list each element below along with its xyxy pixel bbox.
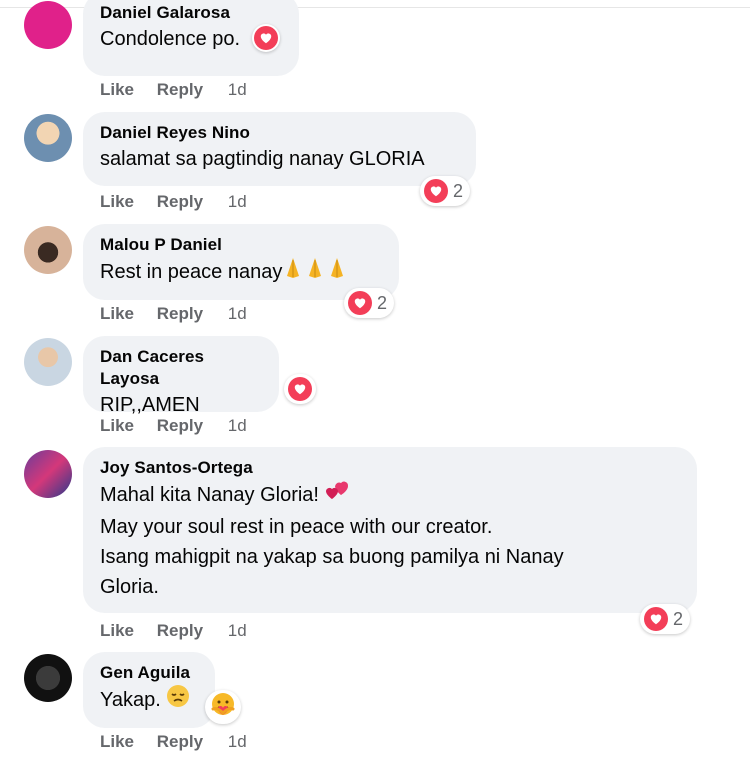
comment-actions: Like Reply 1d (100, 80, 265, 100)
comment-timestamp[interactable]: 1d (228, 732, 247, 751)
comment-author[interactable]: Dan Caceres Layosa (100, 346, 261, 390)
reaction-badge[interactable] (284, 374, 316, 404)
comment-text: Mahal kita Nanay Gloria! May your soul r… (100, 479, 679, 602)
comment-actions: Like Reply 1d (100, 192, 265, 212)
love-reaction-icon (424, 179, 448, 203)
reaction-badge[interactable] (251, 23, 280, 52)
avatar[interactable] (24, 226, 72, 274)
reply-button[interactable]: Reply (157, 192, 203, 211)
comment-timestamp[interactable]: 1d (228, 304, 247, 323)
comment-timestamp[interactable]: 1d (228, 80, 247, 99)
comment-actions: Like Reply 1d (100, 416, 265, 436)
avatar[interactable] (24, 450, 72, 498)
avatar[interactable] (24, 338, 72, 386)
love-reaction-icon (253, 25, 278, 50)
comment-bubble: Joy Santos-Ortega Mahal kita Nanay Glori… (83, 447, 697, 613)
comment-text-line: May your soul rest in peace with our cre… (100, 516, 493, 538)
comment-bubble: Daniel Galarosa Condolence po. (83, 0, 299, 76)
comment-author[interactable]: Gen Aguila (100, 662, 197, 684)
reply-button[interactable]: Reply (157, 80, 203, 99)
reaction-count: 2 (673, 608, 684, 629)
reaction-badge[interactable]: 2 (344, 288, 395, 318)
comment-timestamp[interactable]: 1d (228, 416, 247, 435)
praying-hands-icon (282, 256, 348, 289)
comment-text-line: Gloria. (100, 576, 159, 598)
comment-text-line: Yakap. (100, 688, 161, 711)
like-button[interactable]: Like (100, 416, 134, 435)
comment-author[interactable]: Daniel Reyes Nino (100, 122, 458, 144)
reaction-count: 2 (377, 292, 388, 313)
like-button[interactable]: Like (100, 192, 134, 211)
comment-text: Condolence po. (100, 23, 281, 54)
care-reaction-icon (209, 691, 237, 724)
comment-text-segment: Mahal kita Nanay Gloria! (100, 483, 319, 506)
love-reaction-icon (288, 377, 312, 401)
reaction-count: 2 (453, 180, 464, 201)
comment-text: salamat sa pagtindig nanay GLORIA (100, 144, 458, 174)
comment-timestamp[interactable]: 1d (228, 192, 247, 211)
comment-text-line: Condolence po. (100, 28, 241, 50)
comment-text-line: Mahal kita Nanay Gloria! (100, 479, 679, 512)
like-button[interactable]: Like (100, 80, 134, 99)
two-hearts-icon (325, 479, 351, 512)
reply-button[interactable]: Reply (157, 621, 203, 640)
comment-text: Rest in peace nanay (100, 256, 381, 289)
comment-bubble: Daniel Reyes Nino salamat sa pagtindig n… (83, 112, 476, 186)
avatar[interactable] (24, 1, 72, 49)
comment-author[interactable]: Malou P Daniel (100, 234, 381, 256)
reply-button[interactable]: Reply (157, 416, 203, 435)
comment-bubble: Dan Caceres Layosa RIP,,AMEN (83, 336, 279, 416)
comment-text-line: Rest in peace nanay (100, 260, 283, 283)
comment-text-line: Isang mahigpit na yakap sa buong pamilya… (100, 546, 564, 568)
avatar[interactable] (24, 114, 72, 162)
like-button[interactable]: Like (100, 621, 134, 640)
like-button[interactable]: Like (100, 304, 134, 323)
comment-author[interactable]: Joy Santos-Ortega (100, 457, 679, 479)
comment-timestamp[interactable]: 1d (228, 621, 247, 640)
reply-button[interactable]: Reply (157, 732, 203, 751)
comment-bubble: Gen Aguila Yakap. (83, 652, 215, 728)
reaction-badge[interactable]: 2 (420, 176, 471, 206)
comment-text: Yakap. (100, 684, 197, 717)
like-button[interactable]: Like (100, 732, 134, 751)
love-reaction-icon (644, 607, 668, 631)
avatar[interactable] (24, 654, 72, 702)
comment-author[interactable]: Daniel Galarosa (100, 2, 281, 24)
comment-actions: Like Reply 1d (100, 304, 265, 324)
comment-actions: Like Reply 1d (100, 732, 265, 752)
comment-text-line: salamat sa pagtindig nanay GLORIA (100, 148, 425, 170)
love-reaction-icon (348, 291, 372, 315)
comment-actions: Like Reply 1d (100, 621, 265, 641)
disappointed-face-icon (166, 684, 190, 717)
reaction-badge[interactable]: 2 (640, 604, 691, 634)
reply-button[interactable]: Reply (157, 304, 203, 323)
reaction-badge[interactable] (205, 690, 241, 724)
